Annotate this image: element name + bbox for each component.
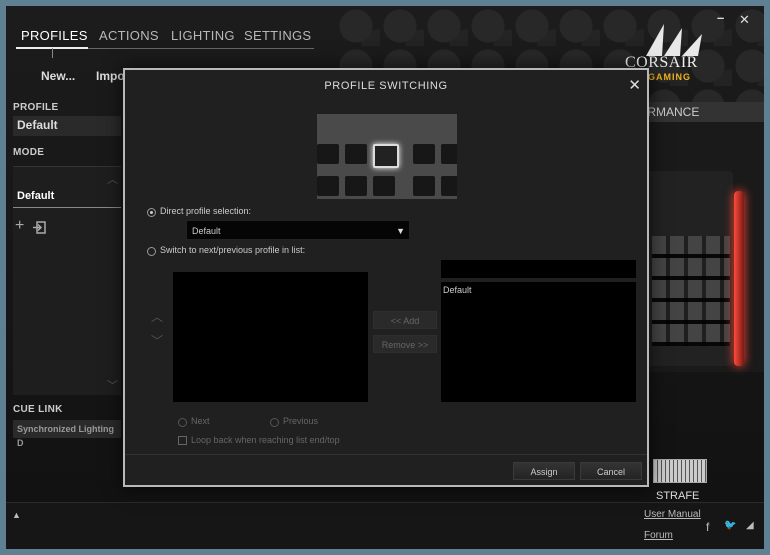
import-mode-icon[interactable]: [33, 221, 46, 234]
remove-profile-button[interactable]: Remove >>: [373, 335, 437, 353]
profile-key-highlight: [373, 144, 399, 168]
minimize-button[interactable]: –: [717, 10, 724, 25]
profile-cycle-list[interactable]: [173, 272, 368, 402]
dialog-title: PROFILE SWITCHING: [324, 80, 448, 92]
next-label: Next: [191, 416, 210, 426]
assign-button[interactable]: Assign: [513, 462, 575, 480]
expand-up-icon[interactable]: ▲: [12, 510, 21, 520]
loop-back-checkbox[interactable]: [178, 436, 187, 445]
profile-switching-dialog: PROFILE SWITCHING ✕ Direct profile selec…: [123, 68, 649, 487]
performance-tab-bar[interactable]: ORMANCE: [636, 102, 764, 122]
key-illustration: [345, 144, 367, 164]
key-illustration: [317, 144, 339, 164]
key-illustration: [441, 144, 457, 164]
key-illustration: [317, 176, 339, 196]
twitter-icon[interactable]: 🐦: [724, 520, 736, 531]
move-down-icon[interactable]: ﹀: [151, 332, 163, 349]
strafe-device-icon[interactable]: [653, 459, 707, 483]
mode-section-label: MODE: [13, 147, 45, 158]
key-illustration: [373, 176, 395, 196]
add-mode-icon[interactable]: +: [15, 217, 24, 235]
next-radio[interactable]: [178, 418, 187, 427]
nav-tick: [52, 48, 53, 58]
forum-link[interactable]: Forum: [644, 530, 673, 541]
cue-link-label: CUE LINK: [13, 404, 63, 415]
dialog-footer-divider: [125, 454, 647, 455]
user-manual-link[interactable]: User Manual: [644, 509, 701, 520]
device-name: STRAFE: [656, 490, 700, 502]
direct-selection-radio[interactable]: [147, 208, 156, 217]
profile-section-label: PROFILE: [13, 102, 59, 113]
key-illustration: [413, 176, 435, 196]
cancel-button[interactable]: Cancel: [580, 462, 642, 480]
profile-select[interactable]: Default: [13, 116, 121, 136]
previous-label: Previous: [283, 416, 319, 426]
corsair-sails-icon: [646, 24, 702, 56]
chevron-up-icon[interactable]: ︿: [107, 171, 118, 187]
add-profile-button[interactable]: << Add: [373, 311, 437, 329]
direct-profile-value: Default: [192, 226, 221, 236]
app-window: PROFILES ACTIONS LIGHTING SETTINGS – ✕ C…: [6, 6, 764, 549]
keyboard-key-illustration: [317, 114, 457, 199]
loop-back-label: Loop back when reaching list end/top: [191, 435, 340, 445]
dialog-close-icon[interactable]: ✕: [628, 76, 641, 94]
tab-settings[interactable]: SETTINGS: [244, 28, 311, 43]
key-illustration: [441, 176, 457, 196]
switch-list-label: Switch to next/previous profile in list:: [160, 245, 306, 255]
corsair-social-icon[interactable]: ◢: [746, 520, 754, 531]
switch-list-radio[interactable]: [147, 247, 156, 256]
mode-divider: [13, 207, 121, 208]
direct-selection-label: Direct profile selection:: [160, 206, 252, 216]
available-profiles-list[interactable]: Default: [441, 282, 636, 402]
direct-profile-select[interactable]: Default ▼: [186, 220, 410, 240]
tab-lighting[interactable]: LIGHTING: [171, 28, 235, 43]
keyboard-glow: [734, 191, 744, 366]
keyboard-keys: [652, 236, 730, 346]
cue-link-select[interactable]: Synchronized Lighting D: [13, 420, 121, 448]
dropdown-arrow-icon[interactable]: ▼: [396, 221, 405, 241]
mode-item-default[interactable]: Default: [17, 190, 54, 202]
profile-search-input[interactable]: [441, 260, 636, 278]
key-illustration: [413, 144, 435, 164]
brand-tagline: GAMING: [648, 72, 691, 82]
previous-radio[interactable]: [270, 418, 279, 427]
key-illustration: [345, 176, 367, 196]
import-profile-button[interactable]: Impo: [96, 69, 125, 83]
move-up-icon[interactable]: ︿: [151, 308, 163, 325]
list-item[interactable]: Default: [443, 285, 472, 295]
new-profile-button[interactable]: New...: [41, 69, 75, 83]
tab-profiles[interactable]: PROFILES: [21, 28, 88, 43]
mode-list[interactable]: ︿ Default + ﹀: [13, 166, 121, 395]
close-window-button[interactable]: ✕: [739, 12, 750, 28]
facebook-icon[interactable]: f: [706, 520, 709, 534]
chevron-down-icon[interactable]: ﹀: [107, 377, 118, 393]
tab-actions[interactable]: ACTIONS: [99, 28, 159, 43]
